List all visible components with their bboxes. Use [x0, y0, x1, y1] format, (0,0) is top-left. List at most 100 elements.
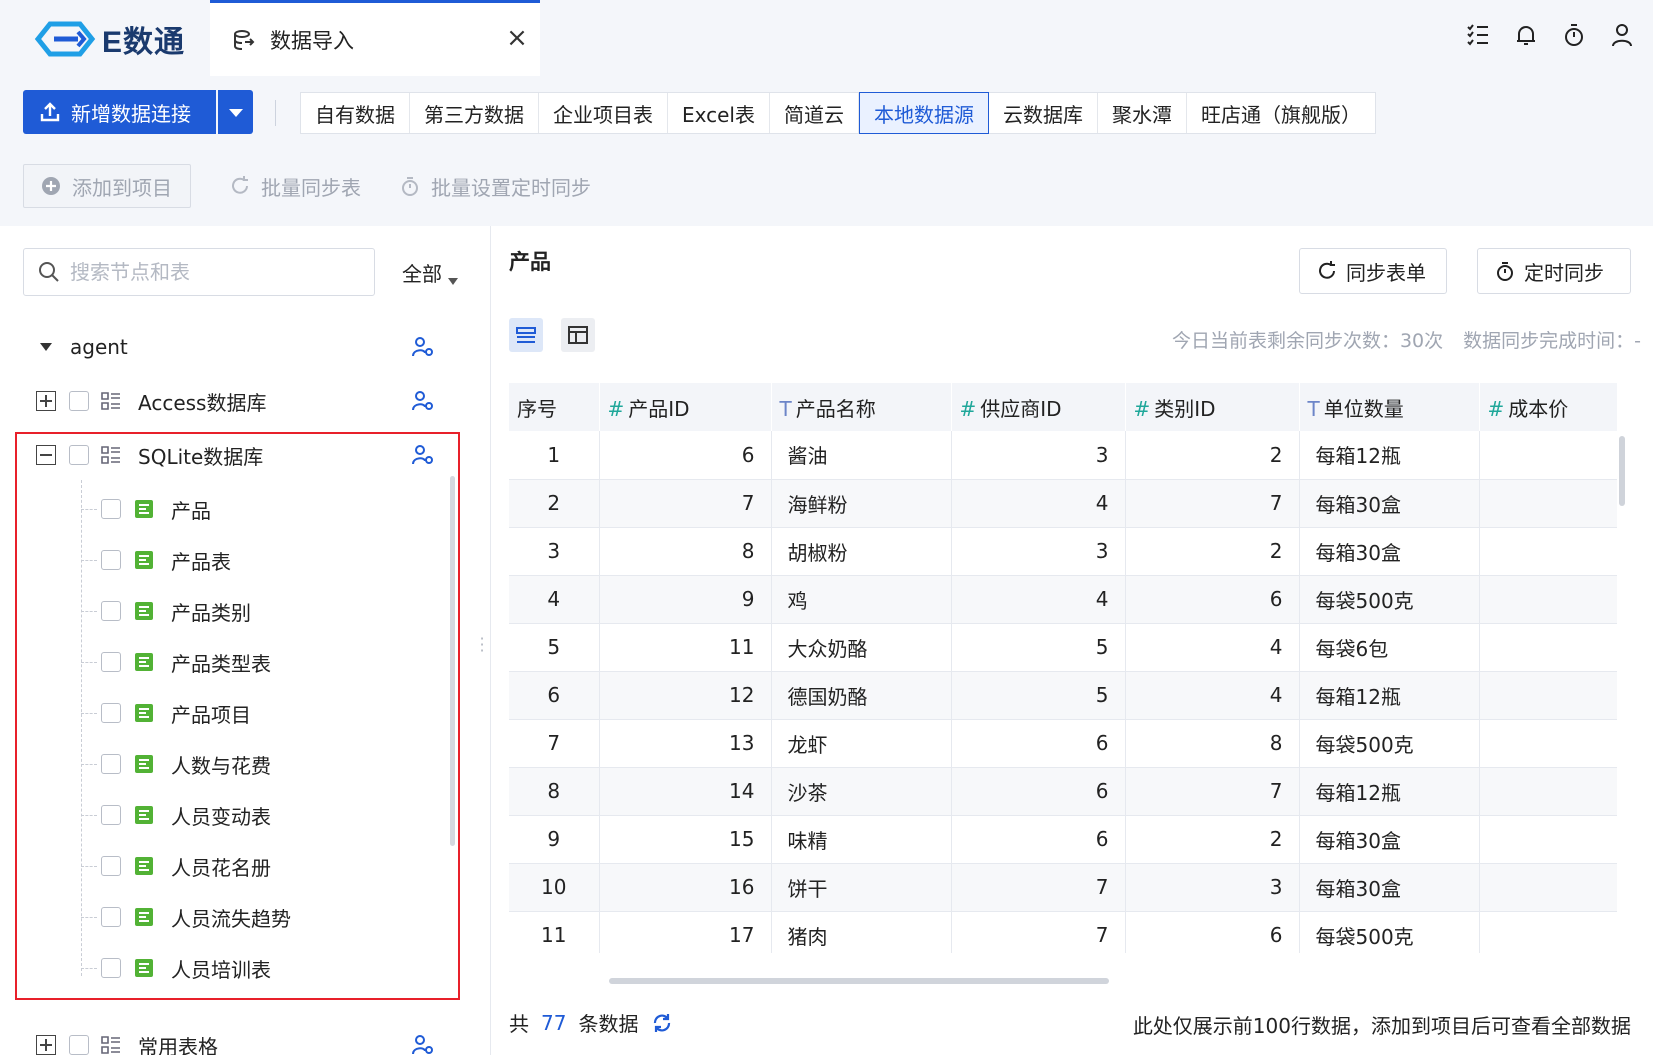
expand-plus-icon[interactable]: [36, 391, 56, 411]
user-permission-icon[interactable]: [411, 389, 435, 413]
user-permission-icon[interactable]: [411, 1033, 435, 1055]
tree-checkbox[interactable]: [101, 856, 121, 876]
tree-node-common-tables[interactable]: 常用表格: [0, 1020, 460, 1055]
tree-table-item[interactable]: 产品类别: [0, 586, 460, 636]
source-tab-wangdiantong[interactable]: 旺店通（旗舰版）: [1187, 93, 1375, 133]
scheduled-sync-button[interactable]: 定时同步: [1477, 248, 1631, 294]
sync-table-button[interactable]: 同步表单: [1299, 248, 1447, 294]
top-icons: [1465, 22, 1635, 48]
table-cell: 每袋500克: [1299, 911, 1480, 953]
tree-node-sqlite[interactable]: SQLite数据库: [0, 430, 460, 480]
tree-checkbox[interactable]: [101, 652, 121, 672]
tree-node-access[interactable]: Access数据库: [0, 376, 460, 426]
tree-checkbox[interactable]: [69, 445, 89, 465]
table-row[interactable]: 8 14 沙茶 6 7 每箱12瓶: [509, 767, 1617, 816]
tree-checkbox[interactable]: [69, 391, 89, 411]
tree-checkbox[interactable]: [101, 601, 121, 621]
column-header[interactable]: T 产品名称: [771, 383, 952, 431]
sync-done-time-text: 数据同步完成时间：-: [1463, 330, 1641, 352]
bell-icon[interactable]: [1513, 22, 1539, 48]
table-icon: [135, 806, 153, 824]
column-header-label: 成本价: [1508, 396, 1569, 421]
table-cell: 5: [951, 623, 1126, 672]
batch-schedule-button[interactable]: 批量设置定时同步: [399, 164, 591, 208]
table-row[interactable]: 4 9 鸡 4 6 每袋500克: [509, 575, 1617, 624]
refresh-icon[interactable]: [650, 1011, 674, 1035]
tree-checkbox[interactable]: [101, 754, 121, 774]
brand-name: E数通: [102, 26, 186, 59]
source-tab-excel[interactable]: Excel表: [668, 93, 770, 133]
source-tab-own-data[interactable]: 自有数据: [301, 93, 410, 133]
tree-scrollbar[interactable]: [450, 476, 455, 846]
task-list-icon[interactable]: [1465, 22, 1491, 48]
tree-checkbox[interactable]: [69, 1035, 89, 1055]
table-cell: 7: [1125, 479, 1300, 528]
table-row[interactable]: 10 16 饼干 7 3 每箱30盒: [509, 863, 1617, 912]
tree-table-item[interactable]: 人员花名册: [0, 841, 460, 891]
tree-table-item[interactable]: 产品: [0, 484, 460, 534]
tree-table-item[interactable]: 人数与花费: [0, 739, 460, 789]
drag-handle-icon[interactable]: · · ·: [478, 631, 486, 659]
list-view-toggle[interactable]: [509, 318, 543, 352]
table-cell: 14: [599, 767, 772, 816]
close-icon[interactable]: ×: [504, 25, 530, 51]
tree-checkbox[interactable]: [101, 958, 121, 978]
user-permission-icon[interactable]: [411, 443, 435, 467]
horizontal-scrollbar[interactable]: [609, 978, 1109, 984]
tab-data-import[interactable]: 数据导入 ×: [210, 0, 540, 76]
tree-table-item[interactable]: 人员培训表: [0, 943, 460, 993]
add-to-project-button[interactable]: 添加到项目: [23, 164, 191, 208]
search-input[interactable]: [70, 260, 350, 284]
tree-table-item[interactable]: 人员变动表: [0, 790, 460, 840]
tree-checkbox[interactable]: [101, 703, 121, 723]
source-tab-jiandaoyun[interactable]: 简道云: [770, 93, 859, 133]
tree-checkbox[interactable]: [101, 907, 121, 927]
new-connection-button[interactable]: 新增数据连接: [23, 90, 216, 134]
layout-view-toggle[interactable]: [561, 318, 595, 352]
table-row[interactable]: 1 6 酱油 3 2 每箱12瓶: [509, 431, 1617, 480]
column-header[interactable]: T 单位数量: [1299, 383, 1480, 431]
source-tab-jushuitan[interactable]: 聚水潭: [1098, 93, 1187, 133]
table-row[interactable]: 6 12 德国奶酪 5 4 每箱12瓶: [509, 671, 1617, 720]
table-cell: [1479, 815, 1617, 864]
table-row[interactable]: 5 11 大众奶酪 5 4 每袋6包: [509, 623, 1617, 672]
column-header[interactable]: # 类别ID: [1125, 383, 1300, 431]
search-icon: [39, 262, 59, 282]
source-tab-cloud-database[interactable]: 云数据库: [989, 93, 1098, 133]
table-row[interactable]: 9 15 味精 6 2 每箱30盒: [509, 815, 1617, 864]
tree-table-item[interactable]: 产品表: [0, 535, 460, 585]
user-icon[interactable]: [1609, 22, 1635, 48]
collapse-minus-icon[interactable]: [36, 445, 56, 465]
source-tab-enterprise-project[interactable]: 企业项目表: [539, 93, 668, 133]
tree-checkbox[interactable]: [101, 499, 121, 519]
table-row[interactable]: 3 8 胡椒粉 3 2 每箱30盒: [509, 527, 1617, 576]
table-row[interactable]: 713龙虾68每袋500克4: [509, 719, 1617, 768]
table-row[interactable]: 27海鲜粉47每箱30盒26: [509, 479, 1617, 528]
tree-table-item[interactable]: 人员流失趋势: [0, 892, 460, 942]
user-permission-icon[interactable]: [411, 335, 435, 359]
tree-table-item[interactable]: 产品类型表: [0, 637, 460, 687]
table-cell: 6: [1125, 575, 1300, 624]
vertical-scrollbar[interactable]: [1619, 436, 1625, 506]
column-header[interactable]: # 产品ID: [599, 383, 772, 431]
column-header[interactable]: # 成本价: [1479, 383, 1617, 431]
tree-table-item[interactable]: 产品项目: [0, 688, 460, 738]
filter-dropdown[interactable]: 全部: [402, 258, 458, 287]
source-tab-local-datasource[interactable]: 本地数据源: [858, 92, 989, 134]
table-cell: 11: [599, 623, 772, 672]
timer-icon[interactable]: [1561, 22, 1587, 48]
column-header[interactable]: 序号: [509, 383, 600, 431]
expand-plus-icon[interactable]: [36, 1035, 56, 1055]
sync-info: 今日当前表剩余同步次数：30次 数据同步完成时间：-: [1172, 326, 1641, 353]
column-header[interactable]: # 供应商ID: [951, 383, 1126, 431]
new-connection-dropdown-button[interactable]: [218, 90, 253, 134]
table-row[interactable]: 11 17 猪肉 7 6 每袋500克: [509, 911, 1617, 953]
tree-checkbox[interactable]: [101, 805, 121, 825]
batch-sync-button[interactable]: 批量同步表: [229, 164, 361, 208]
source-tab-third-party[interactable]: 第三方数据: [410, 93, 539, 133]
expand-arrow-icon[interactable]: [40, 343, 52, 351]
column-header-label: 供应商ID: [980, 396, 1062, 421]
tree-checkbox[interactable]: [101, 550, 121, 570]
tree-node-agent[interactable]: agent: [0, 322, 460, 372]
batch-schedule-label: 批量设置定时同步: [431, 175, 591, 200]
